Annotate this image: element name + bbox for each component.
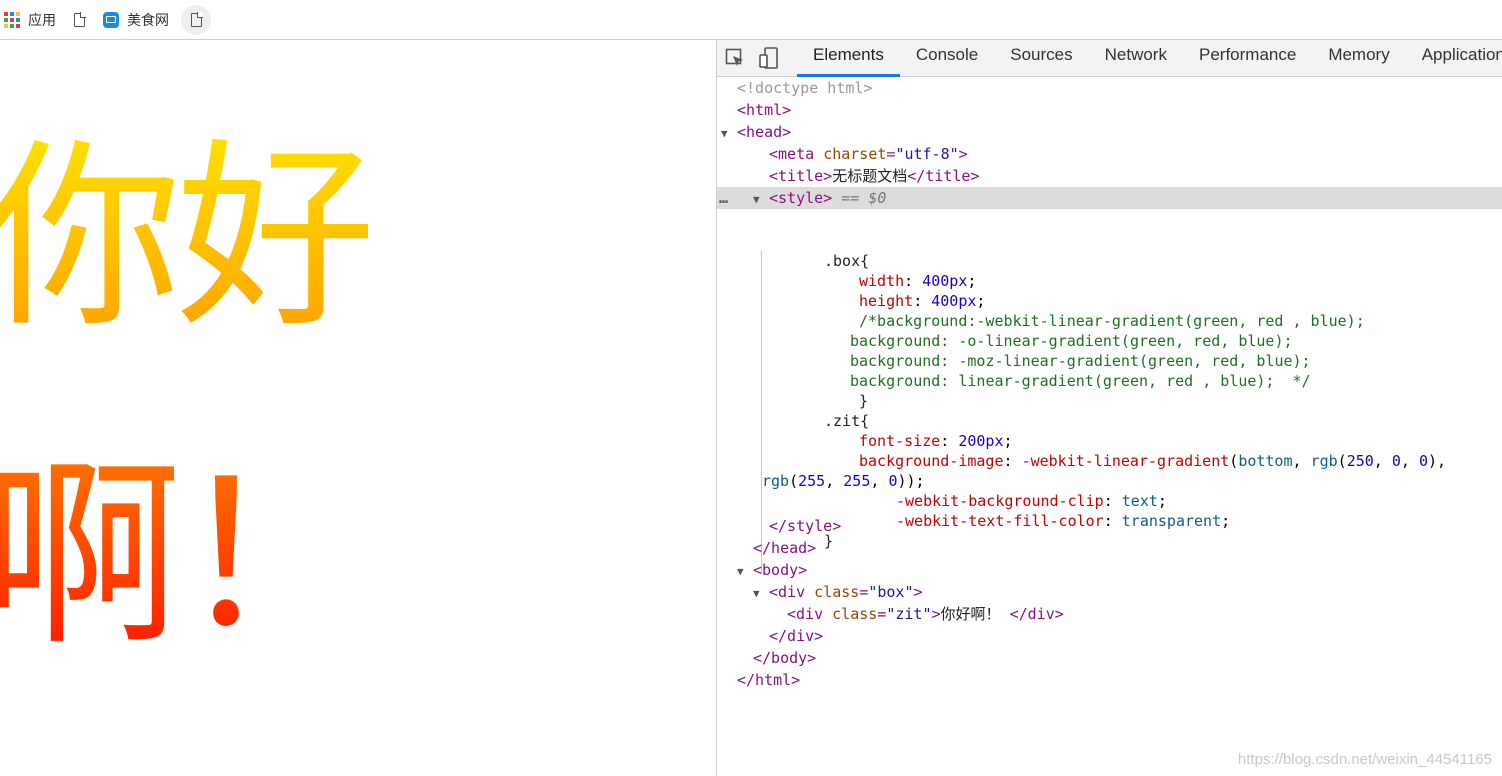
bookmark-apps[interactable]: 应用 — [0, 5, 62, 35]
css-selector-zit: .zit{ — [824, 412, 870, 430]
gradient-text-line-1: 你好 — [0, 122, 371, 355]
watermark: https://blog.csdn.net/weixin_44541165 — [1237, 751, 1492, 768]
dom-body-open[interactable]: ▼ <body> — [717, 559, 1502, 581]
dom-tree-lower: </style> </head> ▼ <body> ▼ <div class="bo… — [717, 515, 1502, 691]
tag-name: div — [796, 605, 824, 623]
attr-value: "utf-8" — [895, 145, 959, 163]
expand-triangle-icon[interactable]: ▼ — [737, 561, 749, 583]
tab-sources[interactable]: Sources — [994, 42, 1088, 76]
tag-text: </title> — [907, 167, 980, 185]
css-comment-1: /*background:-webkit-linear-gradient(gre… — [859, 312, 1365, 330]
inspect-element-icon[interactable] — [725, 46, 745, 70]
page-viewport: 你好 啊！ — [0, 40, 716, 776]
tag-text: <title> — [769, 167, 833, 185]
dom-html-close[interactable]: </html> — [717, 669, 1502, 691]
bookmarks-bar: 应用 美食网 — [0, 0, 1502, 40]
css-width: width: 400px; — [859, 272, 977, 290]
div-text: 你好啊！ — [940, 605, 1001, 623]
dom-div-box[interactable]: ▼ <div class="box"> — [717, 581, 1502, 603]
expand-triangle-icon[interactable]: ▼ — [753, 583, 765, 605]
doctype-text: <!doctype html> — [737, 79, 873, 97]
css-bg-clip: -webkit-background-clip: text; — [896, 492, 1167, 510]
dom-body-close[interactable]: </body> — [717, 647, 1502, 669]
tag-name: div — [778, 583, 806, 601]
tag-text: </html> — [737, 671, 801, 689]
tag-text: </head> — [753, 539, 817, 557]
devtools-panel: Elements Console Sources Network Perform… — [716, 40, 1502, 776]
dom-div-zit[interactable]: <div class="zit">你好啊！ </div> — [717, 603, 1502, 625]
tag-text: </body> — [753, 649, 817, 667]
bookmark-page-2[interactable] — [181, 4, 211, 35]
tab-application[interactable]: Application — [1406, 42, 1502, 76]
selected-marker: == $0 — [841, 189, 887, 207]
expand-triangle-icon[interactable]: ▼ — [753, 189, 765, 211]
tag-text: </div> — [769, 627, 824, 645]
page-icon — [74, 11, 86, 27]
css-font-size: font-size: 200px; — [859, 432, 1013, 450]
dom-head-open[interactable]: ▼ <head> — [717, 121, 1502, 143]
bookmark-site-label: 美食网 — [127, 12, 169, 29]
css-background-image: background-image: -webkit-linear-gradien… — [859, 452, 1447, 470]
attr-value: "box" — [868, 583, 914, 601]
dom-doctype[interactable]: <!doctype html> — [717, 77, 1502, 99]
css-selector-box: .box{ — [824, 252, 870, 270]
tag-text: <body> — [753, 561, 808, 579]
dom-meta[interactable]: <meta charset="utf-8"> — [717, 143, 1502, 165]
tag-name: meta — [778, 145, 815, 163]
attr-name: class — [832, 605, 878, 623]
tag-text: </div> — [1009, 605, 1064, 623]
bookmark-apps-label: 应用 — [28, 12, 56, 29]
dom-div-box-close[interactable]: </div> — [717, 625, 1502, 647]
page-icon — [190, 11, 203, 27]
title-text: 无标题文档 — [832, 167, 908, 185]
css-comment-3: background: -moz-linear-gradient(green, … — [850, 352, 1311, 370]
attr-value: "zit" — [886, 605, 932, 623]
css-comment-2: background: -o-linear-gradient(green, re… — [850, 332, 1293, 350]
tab-console[interactable]: Console — [900, 42, 994, 76]
attr-name: charset — [823, 145, 887, 163]
tag-text: <head> — [737, 123, 792, 141]
attr-name: class — [814, 583, 860, 601]
dom-style-close[interactable]: </style> — [717, 515, 1502, 537]
site-favicon-icon — [103, 11, 119, 28]
tag-text: <style> — [769, 189, 833, 207]
dom-head-close[interactable]: </head> — [717, 537, 1502, 559]
bookmark-page-1[interactable] — [68, 5, 91, 35]
device-toolbar-icon[interactable] — [759, 46, 779, 70]
tab-network[interactable]: Network — [1089, 42, 1183, 76]
tag-text: <html> — [737, 101, 792, 119]
tab-elements[interactable]: Elements — [797, 42, 900, 77]
css-height: height: 400px; — [859, 292, 986, 310]
tag-text: </style> — [769, 517, 842, 535]
dom-html-open[interactable]: <html> — [717, 99, 1502, 121]
css-comment-4: background: linear-gradient(green, red ,… — [850, 372, 1311, 390]
gradient-text-line-2: 啊！ — [0, 440, 371, 673]
dom-tree: <!doctype html> <html> ▼ <head> <meta cha… — [717, 77, 1502, 209]
tab-performance[interactable]: Performance — [1183, 42, 1312, 76]
apps-grid-icon — [4, 11, 20, 28]
dom-title[interactable]: <title>无标题文档</title> — [717, 165, 1502, 187]
expand-triangle-icon[interactable]: ▼ — [721, 123, 733, 145]
css-close-box: } — [859, 392, 869, 410]
dom-style-selected[interactable]: … ▼ <style> == $0 — [717, 187, 1502, 209]
gradient-text: 你好 啊！ — [0, 80, 502, 716]
bookmark-site[interactable]: 美食网 — [97, 5, 175, 35]
css-background-image-cont: rgb(255, 255, 0)); — [762, 472, 925, 490]
devtools-toolbar: Elements Console Sources Network Perform… — [717, 40, 1502, 77]
more-dots-icon[interactable]: … — [719, 187, 728, 209]
tab-memory[interactable]: Memory — [1312, 42, 1405, 76]
